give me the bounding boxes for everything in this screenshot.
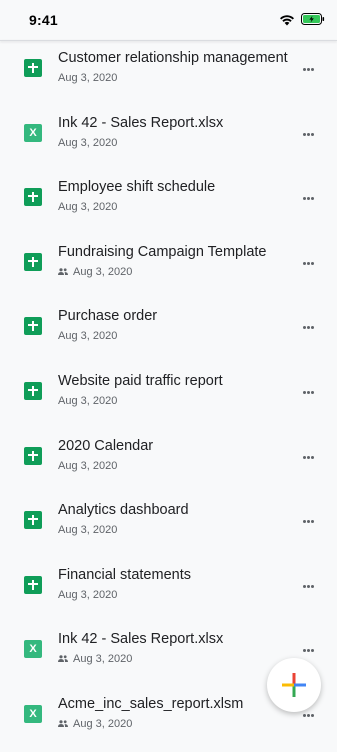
file-name: Ink 42 - Sales Report.xlsx (58, 631, 224, 648)
more-options-button[interactable] (298, 575, 318, 595)
file-date: Aug 3, 2020 (58, 72, 118, 84)
file-date: Aug 3, 2020 (58, 136, 118, 149)
file-date: Aug 3, 2020 (58, 330, 118, 343)
file-name: Customer relationship management (58, 50, 288, 66)
google-sheets-icon (24, 446, 42, 465)
people-icon (58, 655, 68, 663)
more-options-button[interactable] (298, 316, 318, 336)
more-options-button[interactable] (298, 381, 318, 401)
file-date: Aug 3, 2020 (58, 394, 118, 407)
google-sheets-icon (24, 381, 42, 400)
new-file-button[interactable] (267, 658, 321, 712)
file-name: Financial statements (58, 566, 191, 583)
file-list-item[interactable]: Purchase order Aug 3, 2020 (0, 299, 337, 364)
file-name: Website paid traffic report (58, 372, 223, 389)
plus-multicolor-icon (282, 673, 306, 697)
file-meta: Aug 3, 2020 (58, 266, 132, 278)
file-date: Aug 3, 2020 (73, 265, 133, 278)
file-meta: Aug 3, 2020 (58, 330, 117, 342)
file-meta: Aug 3, 2020 (58, 589, 117, 601)
google-sheets-icon (24, 252, 42, 271)
more-options-button[interactable] (298, 510, 318, 530)
google-sheets-icon (24, 575, 42, 594)
file-name: 2020 Calendar (58, 437, 154, 454)
header-divider (0, 40, 337, 41)
google-sheets-icon (24, 511, 42, 530)
file-date: Aug 3, 2020 (58, 588, 118, 601)
file-list-item[interactable]: X Ink 42 - Sales Report.xlsx Aug 3, 2020 (0, 106, 337, 171)
people-icon (58, 720, 68, 727)
file-date: Aug 3, 2020 (58, 459, 118, 472)
file-name: Analytics dashboard (58, 502, 189, 519)
excel-file-icon: X (24, 123, 42, 142)
more-options-button[interactable] (298, 252, 318, 272)
file-list-item[interactable]: Analytics dashboard Aug 3, 2020 (0, 493, 337, 558)
excel-file-icon: X (24, 704, 42, 723)
file-meta: Aug 3, 2020 (58, 72, 117, 84)
file-meta: Aug 3, 2020 (58, 718, 132, 730)
file-date: Aug 3, 2020 (73, 717, 133, 730)
file-meta: Aug 3, 2020 (58, 653, 132, 665)
status-bar: 9:41 (0, 0, 337, 40)
file-list-item[interactable]: Website paid traffic report Aug 3, 2020 (0, 364, 337, 429)
more-options-button[interactable] (298, 58, 318, 78)
file-list-item[interactable]: Financial statements Aug 3, 2020 (0, 558, 337, 623)
people-icon (58, 267, 68, 275)
file-date: Aug 3, 2020 (73, 653, 133, 666)
google-sheets-icon (24, 188, 42, 207)
file-meta: Aug 3, 2020 (58, 460, 117, 472)
file-meta: Aug 3, 2020 (58, 201, 117, 213)
more-options-button[interactable] (298, 123, 318, 143)
file-list-item[interactable]: Fundraising Campaign Template Aug 3, 202… (0, 235, 337, 300)
excel-file-icon: X (24, 640, 42, 659)
file-meta: Aug 3, 2020 (58, 395, 117, 407)
file-meta: Aug 3, 2020 (58, 524, 117, 536)
file-meta: Aug 3, 2020 (58, 137, 117, 149)
file-name: Ink 42 - Sales Report.xlsx (58, 114, 224, 131)
file-list: Customer relationship management Aug 3, … (0, 41, 337, 752)
status-time: 9:41 (29, 12, 58, 28)
file-name: Employee shift schedule (58, 179, 216, 196)
more-options-button[interactable] (298, 446, 318, 466)
more-options-button[interactable] (298, 639, 318, 659)
more-options-button[interactable] (298, 187, 318, 207)
battery-charging-icon (301, 13, 325, 25)
file-list-item[interactable]: Customer relationship management Aug 3, … (0, 41, 337, 106)
file-name: Acme_inc_sales_report.xlsm (58, 695, 244, 712)
file-name: Fundraising Campaign Template (58, 243, 267, 260)
file-date: Aug 3, 2020 (58, 524, 118, 537)
file-list-item[interactable]: Employee shift schedule Aug 3, 2020 (0, 170, 337, 235)
wifi-icon (280, 15, 294, 26)
file-name: Purchase order (58, 308, 158, 325)
google-sheets-icon (24, 317, 42, 336)
file-list-item[interactable]: 2020 Calendar Aug 3, 2020 (0, 429, 337, 494)
google-sheets-icon (24, 59, 42, 77)
file-date: Aug 3, 2020 (58, 201, 118, 214)
